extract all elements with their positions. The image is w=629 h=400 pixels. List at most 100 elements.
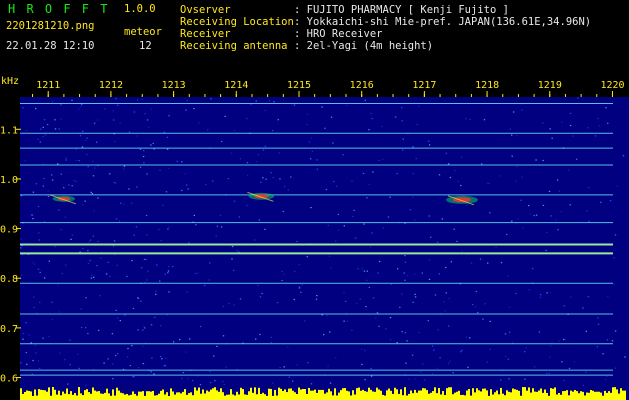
noise-speck: [428, 259, 431, 261]
noise-speck: [412, 146, 414, 148]
noise-speck: [90, 277, 93, 279]
amplitude-bar: [86, 389, 88, 400]
amplitude-bar: [544, 389, 546, 400]
noise-speck: [575, 158, 578, 160]
noise-speck: [143, 150, 145, 152]
amplitude-bar: [266, 395, 268, 400]
time-tick-label: 1216: [350, 80, 374, 91]
noise-speck: [84, 200, 86, 202]
noise-speck: [104, 108, 106, 110]
noise-speck: [262, 177, 264, 179]
noise-speck: [257, 284, 259, 286]
noise-speck: [545, 249, 547, 252]
amplitude-bar: [612, 387, 614, 400]
noise-speck: [59, 352, 61, 354]
noise-speck: [186, 100, 188, 102]
freq-tick-label: 0.9: [0, 225, 18, 236]
noise-speck: [144, 113, 146, 115]
noise-speck: [624, 356, 626, 358]
noise-speck: [142, 329, 144, 331]
noise-speck: [282, 210, 284, 212]
noise-speck: [602, 353, 604, 355]
amplitude-bar: [466, 390, 468, 400]
amplitude-bar: [256, 394, 258, 400]
amplitude-bar: [490, 389, 492, 400]
noise-speck: [539, 296, 542, 298]
noise-speck: [51, 174, 53, 176]
noise-speck: [362, 172, 365, 175]
noise-speck: [329, 331, 331, 333]
amplitude-bar: [334, 388, 336, 400]
amplitude-bar: [416, 392, 418, 400]
amplitude-bar: [310, 390, 312, 400]
noise-speck: [89, 239, 92, 241]
noise-speck: [293, 298, 295, 301]
noise-speck: [167, 270, 170, 272]
amplitude-bar: [438, 388, 440, 400]
noise-speck: [585, 330, 587, 332]
amplitude-bar: [104, 392, 106, 400]
noise-speck: [48, 260, 50, 262]
echo-core: [254, 194, 269, 199]
amplitude-bar: [94, 390, 96, 400]
noise-speck: [538, 331, 541, 333]
noise-speck: [588, 220, 590, 222]
amplitude-bar: [204, 393, 206, 400]
noise-speck: [474, 306, 477, 308]
noise-speck: [162, 204, 164, 206]
app-version: 1.0.0: [124, 3, 156, 15]
noise-speck: [546, 231, 548, 234]
noise-speck: [112, 110, 114, 112]
noise-speck: [147, 270, 149, 272]
amplitude-bar: [432, 391, 434, 400]
amplitude-bar: [296, 394, 298, 400]
amplitude-bar: [326, 392, 328, 400]
noise-speck: [51, 101, 54, 103]
noise-speck: [37, 360, 40, 362]
noise-speck: [515, 180, 517, 182]
time-tick-label: 1215: [287, 80, 311, 91]
noise-speck: [128, 131, 131, 133]
amplitude-bar: [24, 392, 26, 400]
noise-speck: [585, 371, 587, 373]
noise-speck: [343, 292, 345, 294]
noise-speck: [91, 274, 93, 276]
amplitude-bar: [448, 387, 450, 400]
noise-speck: [165, 191, 168, 193]
noise-speck: [70, 238, 72, 240]
noise-speck: [524, 378, 526, 380]
noise-speck: [119, 320, 121, 322]
noise-speck: [489, 212, 491, 214]
noise-speck: [123, 165, 126, 167]
amplitude-bar: [108, 393, 110, 400]
noise-speck: [557, 229, 559, 231]
noise-speck: [58, 209, 60, 211]
amplitude-bar: [492, 394, 494, 400]
noise-speck: [60, 118, 62, 120]
noise-speck: [163, 131, 165, 133]
noise-speck: [460, 156, 463, 158]
amplitude-bar: [534, 391, 536, 400]
amplitude-bar: [264, 394, 266, 400]
noise-speck: [212, 180, 214, 182]
amplitude-bar: [226, 394, 228, 400]
noise-speck: [58, 311, 60, 313]
amplitude-bar: [518, 390, 520, 400]
noise-speck: [597, 317, 599, 319]
amplitude-bar: [320, 389, 322, 400]
noise-speck: [306, 256, 308, 258]
amplitude-bar: [176, 392, 178, 400]
amplitude-bar: [214, 387, 216, 400]
amplitude-bar: [536, 391, 538, 400]
amplitude-bar: [298, 387, 300, 400]
noise-speck: [479, 258, 482, 260]
noise-speck: [368, 129, 370, 131]
amplitude-bar: [304, 388, 306, 400]
noise-speck: [176, 160, 178, 162]
noise-speck: [265, 178, 267, 180]
amplitude-bar: [74, 392, 76, 400]
noise-speck: [167, 228, 169, 230]
noise-speck: [611, 340, 614, 342]
noise-speck: [304, 320, 306, 322]
amplitude-bar: [280, 388, 282, 400]
